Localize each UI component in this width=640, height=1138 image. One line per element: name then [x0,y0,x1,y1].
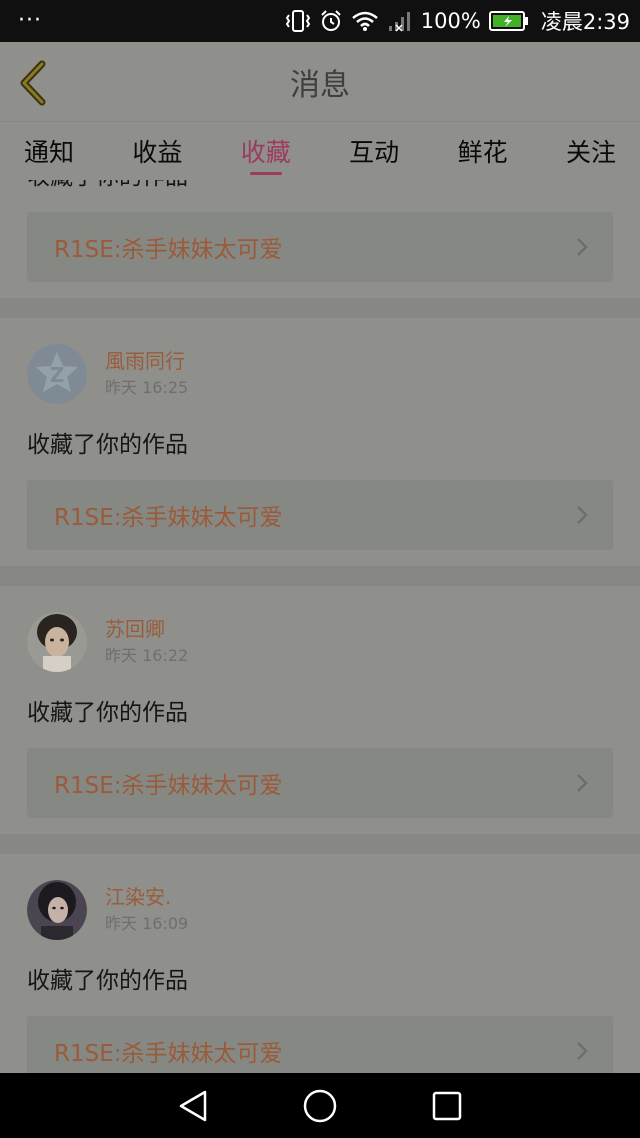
action-text: 收藏了你的作品 [27,700,188,726]
battery-percent: 100% [420,9,481,33]
chevron-right-icon [577,1042,588,1060]
username[interactable]: 苏回卿 [105,616,188,642]
action-text: 收藏了你的作品 [27,968,188,994]
tab-flowers[interactable]: 鲜花 [458,122,508,180]
more-notifications-icon: ··· [18,8,42,33]
chevron-right-icon [577,506,588,524]
list-item: Z 風雨同行 昨天 16:25 收藏了你的作品 R1SE:杀手妹妹太可爱 [0,318,640,566]
username[interactable]: 江染安. [105,884,188,910]
chevron-right-icon [577,238,588,256]
clock: 凌晨2:39 [540,10,630,34]
status-bar: ··· 100% 凌晨2:39 [0,0,640,42]
work-title: R1SE:杀手妹妹太可爱 [54,773,283,799]
system-nav-bar [0,1073,640,1138]
back-button[interactable] [14,58,54,108]
user-photo-icon [27,612,87,672]
divider [0,566,640,586]
timestamp: 昨天 16:25 [105,378,189,397]
work-title: R1SE:杀手妹妹太可爱 [54,505,283,531]
chevron-right-icon [577,774,588,792]
top-app-bar: 消息 [0,42,640,122]
triangle-back-icon [180,1090,207,1121]
tab-earnings[interactable]: 收益 [132,122,182,180]
nav-home-button[interactable] [300,1086,340,1126]
circle-home-icon [303,1089,337,1122]
svg-text:Z: Z [50,363,65,387]
username[interactable]: 風雨同行 [105,348,188,374]
nav-recents-button[interactable] [427,1086,467,1126]
alarm-icon [319,9,343,33]
tab-bar: 通知 收益 收藏 互动 鲜花 关注 [0,122,640,180]
tab-favorites[interactable]: 收藏 [241,122,291,180]
back-arrow-icon [20,60,46,106]
tab-interactions[interactable]: 互动 [349,122,399,180]
default-avatar-icon: Z [27,344,87,404]
work-title: R1SE:杀手妹妹太可爱 [54,1041,283,1067]
divider [0,834,640,854]
square-recents-icon [432,1091,461,1120]
work-title: R1SE:杀手妹妹太可爱 [54,237,283,263]
timestamp: 昨天 16:22 [105,646,189,665]
action-text: 收藏了你的作品 [27,180,613,192]
action-text: 收藏了你的作品 [27,432,188,458]
wifi-icon [351,10,379,32]
tab-notifications[interactable]: 通知 [24,122,74,180]
battery-charging-icon [488,10,529,32]
tab-following[interactable]: 关注 [566,122,616,180]
work-link[interactable]: R1SE:杀手妹妹太可爱 [27,748,613,818]
screen: ··· 100% 凌晨2:39 消息 通知 收益 收藏 互动 鲜花 关注 R1S… [0,0,640,1138]
list-item: 收藏了你的作品 R1SE:杀手妹妹太可爱 [0,180,640,298]
avatar[interactable] [27,612,87,672]
list-item: 江染安. 昨天 16:09 收藏了你的作品 R1SE:杀手妹妹太可爱 [0,854,640,1073]
signal-icon [387,10,413,32]
timestamp: 昨天 16:09 [105,914,189,933]
vibrate-icon [285,9,311,33]
work-link[interactable]: R1SE:杀手妹妹太可爱 [27,212,613,282]
page-title: 消息 [290,67,350,103]
favorites-feed[interactable]: 收藏了你的作品 R1SE:杀手妹妹太可爱 Z [0,180,640,1073]
list-item: 苏回卿 昨天 16:22 收藏了你的作品 R1SE:杀手妹妹太可爱 [0,586,640,834]
user-photo-icon [27,880,87,940]
work-link[interactable]: R1SE:杀手妹妹太可爱 [27,1016,613,1073]
divider [0,298,640,318]
avatar[interactable]: Z [27,344,87,404]
nav-back-button[interactable] [173,1086,213,1126]
work-link[interactable]: R1SE:杀手妹妹太可爱 [27,480,613,550]
avatar[interactable] [27,880,87,940]
